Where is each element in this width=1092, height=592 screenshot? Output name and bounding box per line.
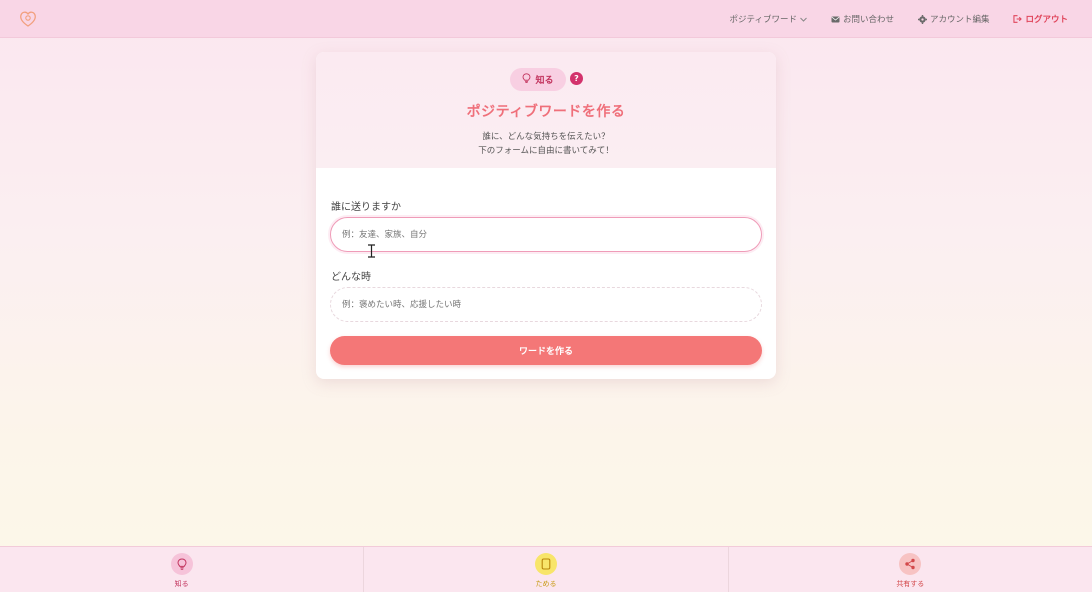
- page-subtitle: 誰に、どんな気持ちを伝えたい？ 下のフォームに自由に書いてみて！: [316, 130, 776, 158]
- gear-icon: [917, 14, 927, 24]
- logo-icon[interactable]: [18, 10, 38, 28]
- nav-account-label: アカウント編集: [929, 15, 990, 25]
- create-word-button[interactable]: ワードを作る: [330, 336, 762, 365]
- share-icon: [899, 553, 922, 575]
- occasion-label: どんな時: [331, 272, 371, 283]
- subtitle-line-2: 下のフォームに自由に書いてみて！: [478, 146, 614, 156]
- tab-collect-label: ためる: [535, 580, 557, 588]
- note-icon: [534, 553, 557, 575]
- nav-contact[interactable]: お問い合わせ: [831, 13, 894, 25]
- nav-logout-label: ログアウト: [1025, 15, 1068, 25]
- chevron-down-icon: [800, 17, 807, 22]
- nav-account-edit[interactable]: アカウント編集: [917, 13, 990, 25]
- tab-share-label: 共有する: [896, 580, 925, 588]
- top-header: ポジティブワード お問い合わせ アカウント編集 ログアウト: [0, 0, 1092, 38]
- mode-pill[interactable]: 知る: [510, 68, 566, 91]
- nav-logout[interactable]: ログアウト: [1013, 13, 1068, 25]
- page-title: ポジティブワードを作る: [466, 104, 626, 120]
- lightbulb-icon: [522, 72, 531, 87]
- tab-share[interactable]: 共有する: [727, 547, 1092, 592]
- envelope-icon: [831, 16, 840, 23]
- subtitle-line-1: 誰に、どんな気持ちを伝えたい？: [482, 132, 610, 142]
- nav-positive-words-label: ポジティブワード: [729, 15, 797, 25]
- occasion-input[interactable]: [330, 287, 762, 322]
- tab-know[interactable]: 知る: [0, 547, 363, 592]
- help-icon[interactable]: ?: [570, 72, 583, 85]
- nav-positive-words-dropdown[interactable]: ポジティブワード: [729, 13, 807, 25]
- recipient-input[interactable]: [330, 217, 762, 252]
- recipient-label: 誰に送りますか: [331, 202, 401, 213]
- tab-collect[interactable]: ためる: [363, 547, 727, 592]
- create-word-card: 知る ? ポジティブワードを作る 誰に、どんな気持ちを伝えたい？ 下のフォームに…: [316, 52, 776, 379]
- header-nav: ポジティブワード お問い合わせ アカウント編集 ログアウト: [729, 0, 1068, 38]
- bottom-nav: 知る ためる 共有する: [0, 546, 1092, 592]
- logout-icon: [1013, 15, 1023, 23]
- text-cursor-icon: [367, 243, 376, 262]
- tab-know-label: 知る: [174, 580, 189, 588]
- card-header: 知る ? ポジティブワードを作る 誰に、どんな気持ちを伝えたい？ 下のフォームに…: [316, 52, 776, 168]
- mode-pill-label: 知る: [535, 76, 554, 86]
- lightbulb-icon: [170, 553, 193, 575]
- nav-contact-label: お問い合わせ: [842, 15, 894, 25]
